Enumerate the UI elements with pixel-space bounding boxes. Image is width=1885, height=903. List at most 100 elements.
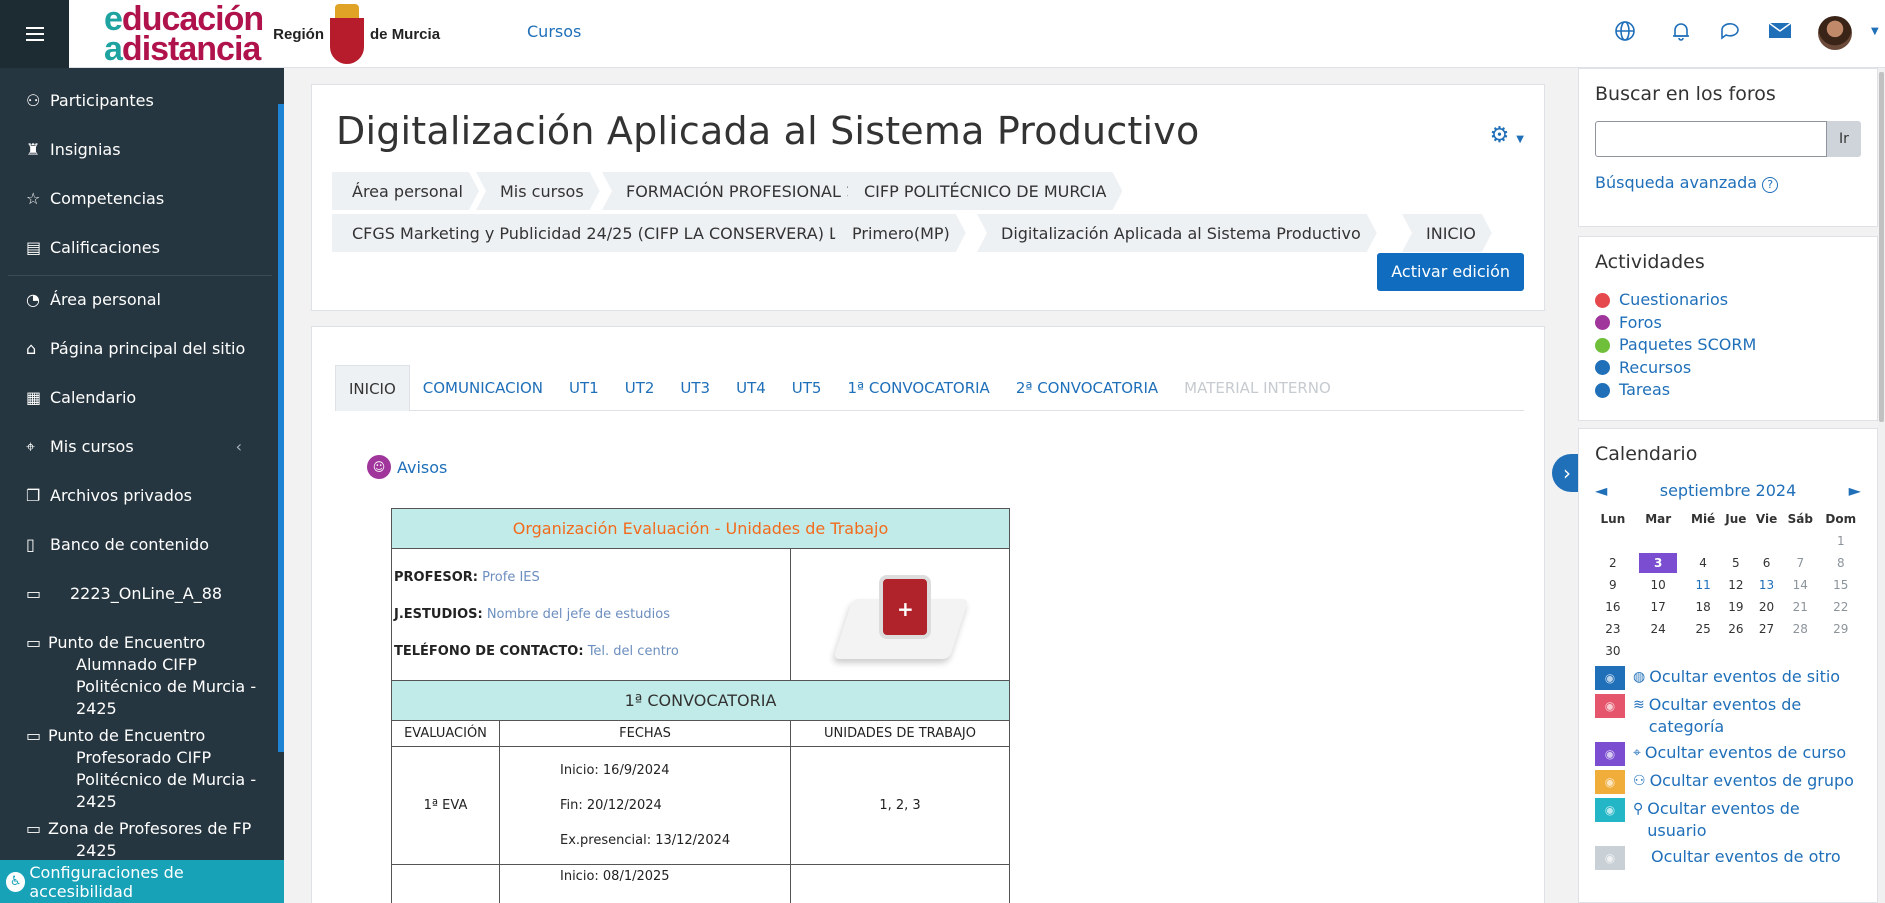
gear-icon[interactable]: ⚙ ▼ [1490,123,1524,148]
activity-link-scorm[interactable]: Paquetes SCORM [1595,334,1861,357]
tab-inicio[interactable]: INICIO [335,365,410,411]
activity-link-tareas[interactable]: Tareas [1595,379,1861,402]
tab-2-convocatoria[interactable]: 2ª CONVOCATORIA [1003,365,1171,411]
sidebar-item-archivos-privados[interactable]: ❐ Archivos privados [26,485,266,507]
chevron-down-icon[interactable]: ▼ [1871,26,1879,37]
chat-icon[interactable] [1717,20,1743,46]
envelope-icon[interactable] [1767,20,1793,46]
user-avatar[interactable] [1818,16,1852,50]
prev-month-icon[interactable]: ◄ [1595,481,1607,500]
chevron-left-icon[interactable]: ‹ [236,436,242,458]
sidebar-item-pagina-principal[interactable]: ⌂ Página principal del sitio [26,338,266,360]
calendar-event-filter[interactable]: ◉ ≋ Ocultar eventos de categoría [1595,694,1861,738]
calendar-day[interactable]: 14 [1782,574,1819,596]
calendar-event-filter[interactable]: ◉ Ocultar eventos de otro [1595,846,1861,870]
sidebar-item-mis-cursos[interactable]: ⌖ Mis cursos ‹ [26,436,266,458]
breadcrumb-item[interactable]: Área personal [332,172,479,210]
calendar-day[interactable]: 13 [1751,574,1782,596]
calendar-event-filter[interactable]: ◉ ⌖ Ocultar eventos de curso [1595,742,1861,766]
tab-ut5[interactable]: UT5 [779,365,835,411]
help-icon[interactable]: ? [1762,177,1779,193]
calendar-day[interactable]: 26 [1721,618,1752,640]
next-month-icon[interactable]: ► [1849,481,1861,500]
calendar-day[interactable]: 25 [1686,618,1721,640]
calendar-day[interactable]: 2 [1595,552,1631,574]
breadcrumb-item[interactable]: Digitalización Aplicada al Sistema Produ… [977,214,1377,252]
tab-ut4[interactable]: UT4 [723,365,779,411]
globe-icon[interactable] [1612,20,1638,46]
calendar-day[interactable]: 11 [1686,574,1721,596]
event-filter-label[interactable]: Ocultar eventos de categoría [1649,694,1861,738]
tab-ut1[interactable]: UT1 [556,365,612,411]
event-filter-label[interactable]: Ocultar eventos de curso [1645,742,1846,764]
home-icon: ⌂ [26,339,37,358]
search-go-button[interactable]: Ir [1827,121,1861,157]
calendar-event-filter[interactable]: ◉ ⚲ Ocultar eventos de usuario [1595,798,1861,842]
calendar-day[interactable]: 12 [1721,574,1752,596]
event-filter-label[interactable]: Ocultar eventos de otro [1651,846,1841,868]
calendar-day[interactable]: 4 [1686,552,1721,574]
accessibility-settings-button[interactable]: ♿ Configuraciones de accesibilidad [0,860,284,903]
calendar-day[interactable]: 19 [1721,596,1752,618]
event-filter-label[interactable]: Ocultar eventos de grupo [1650,770,1854,792]
calendar-day[interactable]: 21 [1782,596,1819,618]
calendar-day[interactable]: 18 [1686,596,1721,618]
calendar-day[interactable]: 8 [1819,552,1863,574]
breadcrumb-item[interactable]: CIFP POLITÉCNICO DE MURCIA [840,172,1122,210]
calendar-day[interactable]: 20 [1751,596,1782,618]
sidebar-item-course-2223[interactable]: ▭ 2223_OnLine_A_88 [26,583,266,605]
advanced-search-link[interactable]: Búsqueda avanzada ? [1595,173,1861,193]
sidebar-item-punto-profesorado[interactable]: ▭ Punto de Encuentro Profesorado CIFP Pol… [26,725,258,813]
sidebar-item-area-personal[interactable]: ◔ Área personal [26,289,266,311]
sidebar-item-calificaciones[interactable]: ▤ Calificaciones [26,237,266,259]
calendar-day[interactable]: 9 [1595,574,1631,596]
breadcrumb-item[interactable]: CFGS Marketing y Publicidad 24/25 (CIFP … [332,214,911,252]
bell-icon[interactable] [1668,20,1694,46]
nav-cursos-link[interactable]: Cursos [527,22,581,41]
tab-1-convocatoria[interactable]: 1ª CONVOCATORIA [834,365,1002,411]
calendar-day[interactable]: 27 [1751,618,1782,640]
calendar-day[interactable]: 3 [1631,552,1686,574]
event-filter-label[interactable]: Ocultar eventos de sitio [1649,666,1840,688]
calendar-day[interactable]: 23 [1595,618,1631,640]
sidebar-item-banco-contenido[interactable]: ▯ Banco de contenido [26,534,266,556]
event-filter-label[interactable]: Ocultar eventos de usuario [1647,798,1861,842]
sidebar-item-insignias[interactable]: ♜ Insignias [26,139,266,161]
sidebar-item-calendario[interactable]: ▦ Calendario [26,387,266,409]
calendar-day[interactable]: 1 [1819,530,1863,552]
calendar-day[interactable]: 28 [1782,618,1819,640]
calendar-day[interactable]: 29 [1819,618,1863,640]
tab-ut3[interactable]: UT3 [667,365,723,411]
tab-comunicacion[interactable]: COMUNICACION [410,365,556,411]
forum-search-input[interactable] [1595,121,1827,157]
menu-toggle-button[interactable] [0,0,69,68]
sidebar-item-zona-profesores[interactable]: ▭ Zona de Profesores de FP 2425 [26,818,258,862]
sidebar-item-punto-alumnado[interactable]: ▭ Punto de Encuentro Alumnado CIFP Polité… [26,632,258,720]
breadcrumb-item[interactable]: INICIO [1402,214,1492,252]
enable-editing-button[interactable]: Activar edición [1377,253,1524,291]
first-aid-kit-icon: + [833,565,969,665]
calendar-day[interactable]: 16 [1595,596,1631,618]
site-logo[interactable]: educación adistancia Región de Murcia [104,0,440,68]
calendar-event-filter[interactable]: ◉ ⚇ Ocultar eventos de grupo [1595,770,1861,794]
calendar-event-filter[interactable]: ◉ ◍ Ocultar eventos de sitio [1595,666,1861,690]
calendar-day[interactable]: 7 [1782,552,1819,574]
activity-link-cuestionarios[interactable]: Cuestionarios [1595,289,1861,312]
calendar-day[interactable]: 5 [1721,552,1752,574]
calendar-day[interactable]: 15 [1819,574,1863,596]
calendar-day[interactable]: 22 [1819,596,1863,618]
sidebar-item-participantes[interactable]: ⚇ Participantes [26,90,266,112]
breadcrumb-item[interactable]: Mis cursos [476,172,600,210]
activity-link-recursos[interactable]: Recursos [1595,357,1861,380]
calendar-day[interactable]: 10 [1631,574,1686,596]
calendar-day[interactable]: 30 [1595,640,1631,662]
calendar-day[interactable]: 6 [1751,552,1782,574]
calendar-day[interactable]: 17 [1631,596,1686,618]
activity-link-foros[interactable]: Foros [1595,312,1861,335]
tab-ut2[interactable]: UT2 [612,365,668,411]
page-scrollbar[interactable] [1878,68,1885,903]
breadcrumb-item[interactable]: Primero(MP) [828,214,966,252]
sidebar-item-competencias[interactable]: ☆ Competencias [26,188,266,210]
calendar-day[interactable]: 24 [1631,618,1686,640]
avisos-forum-link[interactable]: ☺ Avisos [367,455,447,479]
